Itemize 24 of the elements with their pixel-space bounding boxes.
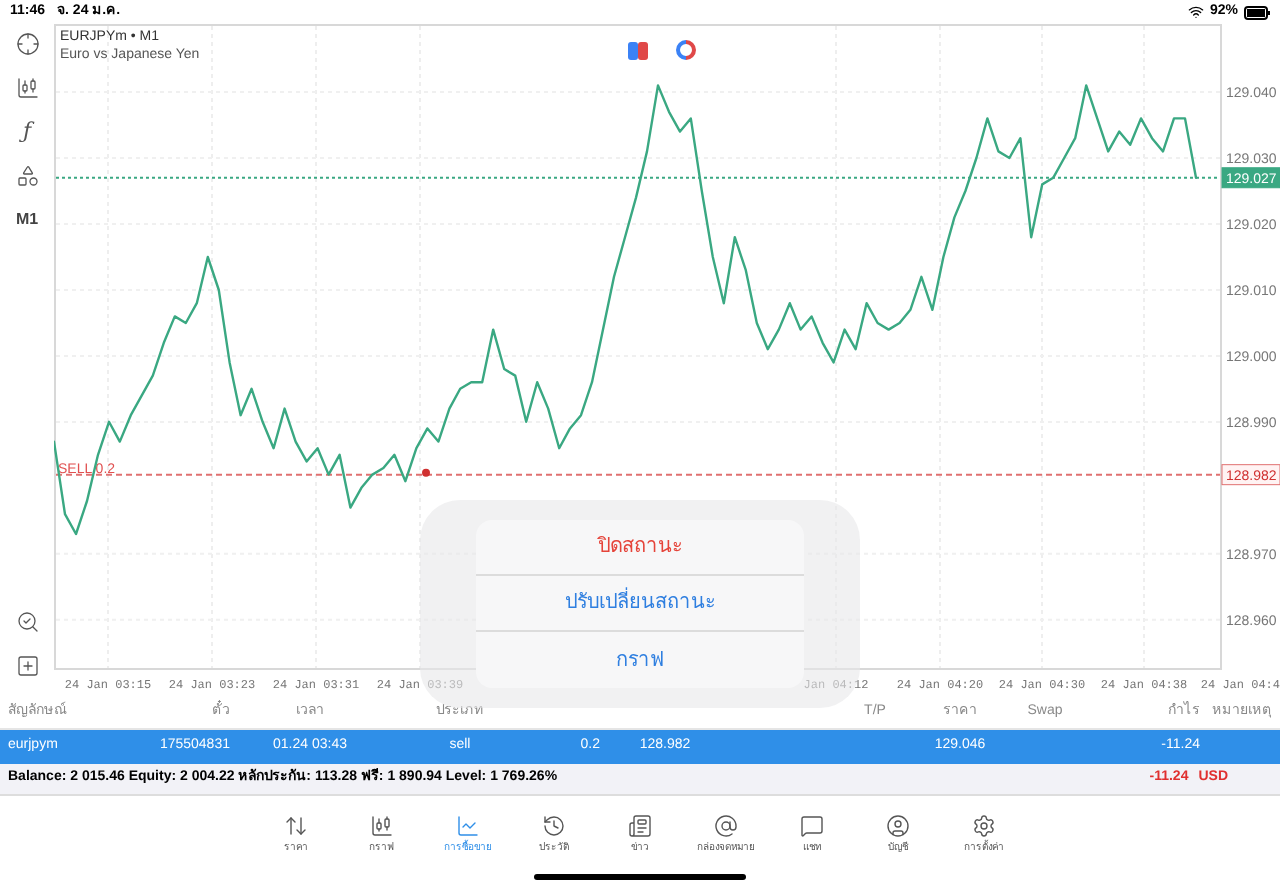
action-menu-item[interactable]: ปิดสถานะ [476, 520, 804, 576]
candlestick-icon[interactable] [15, 76, 39, 100]
circle-icon[interactable] [676, 40, 696, 60]
function-icon[interactable]: ƒ [22, 120, 32, 144]
crosshair-icon[interactable] [15, 32, 39, 56]
wifi-icon [1187, 4, 1204, 20]
history-icon [542, 814, 566, 838]
shapes-icon[interactable] [15, 164, 39, 188]
user-icon [886, 814, 910, 838]
candlestick-icon [370, 814, 394, 838]
add-icon[interactable] [15, 654, 39, 678]
settings-icon [972, 814, 996, 838]
arrows-icon [284, 814, 308, 838]
trade-icon[interactable] [628, 41, 648, 59]
chat-icon [800, 814, 824, 838]
action-menu-item[interactable]: ปรับเปลี่ยนสถานะ [476, 576, 804, 632]
at-sign-icon [714, 814, 738, 838]
entry-marker [422, 468, 430, 477]
newspaper-icon [628, 814, 652, 838]
chart-icon [456, 814, 480, 838]
battery-icon [1244, 5, 1270, 19]
action-menu-item[interactable]: กราฟ [476, 632, 804, 688]
zoom-icon[interactable] [15, 610, 39, 634]
timeframe-button[interactable]: M1 [15, 208, 39, 232]
